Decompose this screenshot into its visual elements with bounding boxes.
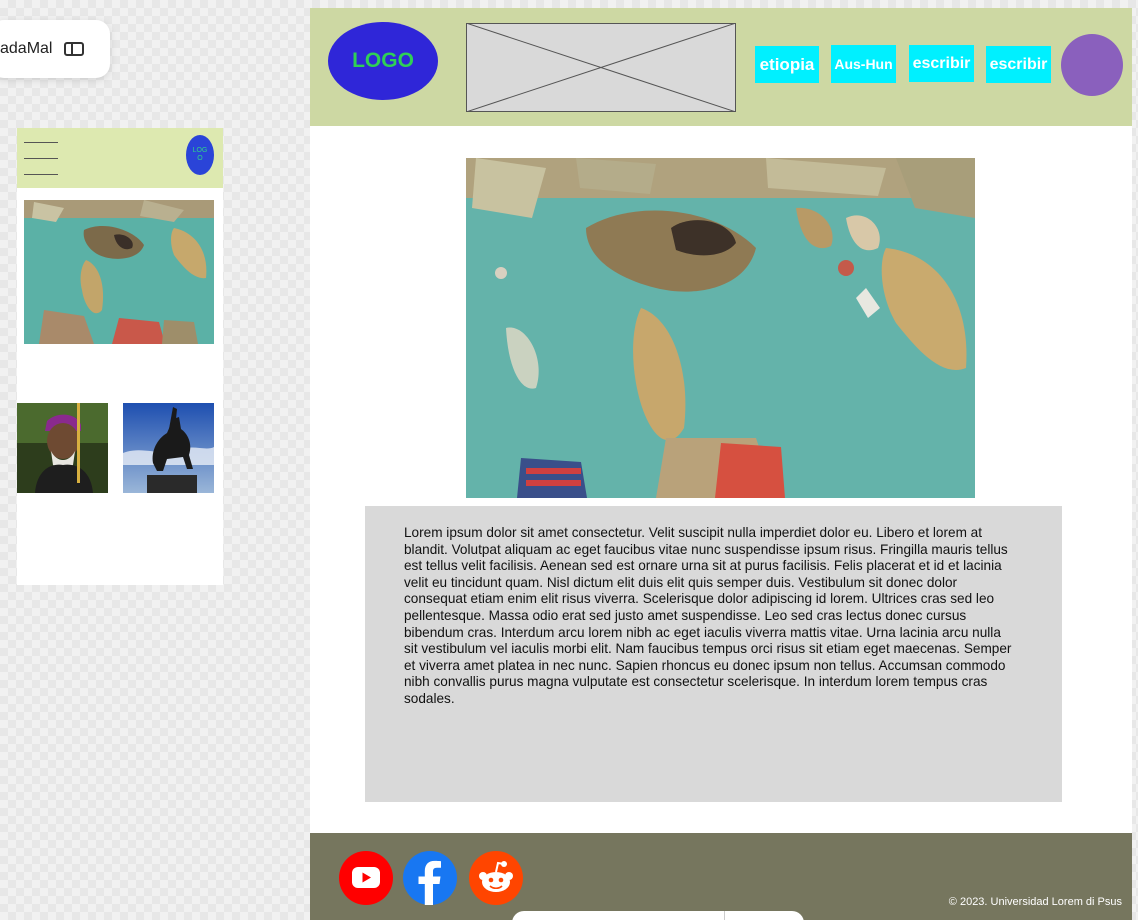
reddit-icon[interactable]: [469, 851, 523, 905]
nav-button-etiopia[interactable]: etiopia: [755, 46, 819, 83]
body-paragraph: Lorem ipsum dolor sit amet consectetur. …: [404, 525, 1012, 706]
user-avatar[interactable]: [1061, 34, 1123, 96]
bottom-toolbar-pill[interactable]: [512, 911, 804, 920]
toolbar-divider: [724, 911, 725, 920]
facebook-icon[interactable]: [403, 851, 457, 905]
hamburger-icon[interactable]: [24, 140, 58, 176]
mobile-map-image: [24, 200, 214, 344]
mobile-header: LOGO: [17, 128, 223, 188]
nav-button-escribir-1[interactable]: escribir: [909, 45, 974, 82]
site-footer: © 2023. Universidad Lorem di Psus: [310, 833, 1132, 920]
site-header: LOGO etiopia Aus-Hun escribir escribir: [310, 8, 1132, 126]
hero-world-map-image: [466, 158, 975, 498]
file-name-chip[interactable]: adaMal: [0, 20, 110, 78]
mobile-frame: LOGO: [17, 128, 223, 585]
desktop-frame: LOGO etiopia Aus-Hun escribir escribir L…: [310, 8, 1132, 920]
nav-button-aus-hun[interactable]: Aus-Hun: [831, 45, 896, 83]
nav-button-escribir-2[interactable]: escribir: [986, 46, 1051, 83]
mobile-logo[interactable]: LOGO: [186, 135, 214, 175]
youtube-icon[interactable]: [339, 851, 393, 905]
equestrian-statue-photo: [123, 403, 214, 493]
ethiopian-man-photo: [17, 403, 108, 493]
copyright-text: © 2023. Universidad Lorem di Psus: [948, 896, 1122, 908]
content-text-box: Lorem ipsum dolor sit amet consectetur. …: [365, 506, 1062, 802]
sidebar-panel-icon[interactable]: [64, 42, 85, 56]
file-name: adaMal: [0, 40, 53, 57]
site-logo[interactable]: LOGO: [328, 22, 438, 100]
image-placeholder: [466, 23, 736, 112]
